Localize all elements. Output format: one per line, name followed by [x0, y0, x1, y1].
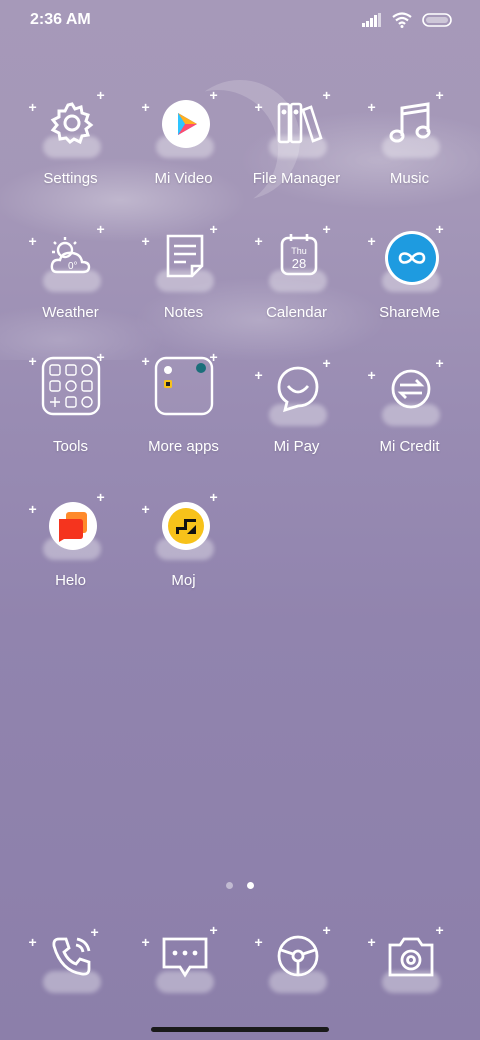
app-file-manager[interactable]: + + File Manager [240, 88, 353, 187]
app-label: Tools [52, 438, 89, 455]
calendar-day: Thu [291, 246, 307, 256]
music-note-icon [389, 102, 430, 143]
status-icons [362, 12, 452, 28]
page-dot-1[interactable] [225, 882, 233, 889]
signal-icon [362, 13, 381, 27]
app-label: Mi Video [154, 170, 213, 187]
dock-phone[interactable]: + + [14, 925, 127, 997]
app-label: Mi Pay [273, 438, 320, 455]
app-weather[interactable]: + + 0° Weather [14, 222, 127, 321]
camera-icon [388, 937, 433, 977]
status-time: 2:36 AM [30, 11, 91, 28]
app-label: ShareMe [379, 304, 440, 321]
app-label: Moj [171, 572, 196, 589]
app-calendar[interactable]: + + Thu 28 Calendar [240, 222, 353, 321]
notes-icon [166, 234, 203, 278]
messages-icon [162, 937, 207, 978]
app-label: File Manager [252, 170, 341, 187]
dock-messages[interactable]: + + [127, 923, 240, 997]
calendar-icon: Thu 28 [280, 234, 317, 276]
shareme-icon [387, 234, 436, 282]
app-label: Notes [163, 304, 204, 321]
battery-icon [422, 13, 452, 27]
helo-icon [48, 502, 97, 550]
app-helo[interactable]: + + Helo [14, 490, 127, 589]
status-bar: 2:36 AM [0, 0, 480, 42]
mi-credit-icon [391, 369, 430, 409]
app-notes[interactable]: + + Notes [127, 222, 240, 321]
app-label: Helo [55, 572, 86, 589]
app-label: Weather [42, 304, 99, 321]
app-more-apps-folder[interactable]: + + More apps [127, 350, 240, 455]
more-apps-folder-icon [154, 356, 213, 416]
app-label: Music [389, 170, 430, 187]
play-icon [161, 100, 210, 148]
app-music[interactable]: + + Music [353, 88, 466, 187]
app-moj[interactable]: + + Moj [127, 490, 240, 589]
dock-browser[interactable]: + + [240, 923, 353, 997]
mi-pay-icon [277, 366, 318, 413]
page-indicator [0, 876, 480, 894]
app-shareme[interactable]: + + ShareMe [353, 222, 466, 321]
browser-icon [277, 935, 318, 977]
app-settings[interactable]: + + Settings [14, 88, 127, 187]
app-label: Settings [43, 170, 98, 187]
gear-icon [50, 102, 93, 145]
calendar-date: 28 [291, 256, 305, 271]
page-dot-2-active[interactable] [247, 882, 255, 889]
home-indicator[interactable] [151, 1027, 329, 1032]
app-mi-video[interactable]: + + Mi Video [127, 88, 240, 187]
app-label: More apps [148, 438, 219, 455]
dock: + + + + + + + + [0, 923, 480, 997]
weather-temp: 0° [68, 261, 78, 272]
moj-icon [161, 502, 210, 550]
app-mi-credit[interactable]: + + Mi Credit [353, 356, 466, 455]
app-tools-folder[interactable]: + + Tools [14, 350, 127, 455]
weather-icon: 0° [50, 237, 90, 274]
tools-folder-icon [41, 356, 100, 416]
app-label: Mi Credit [379, 438, 440, 455]
folder-icon [277, 102, 323, 144]
app-label: Calendar [266, 304, 327, 321]
phone-icon [51, 937, 90, 976]
wifi-icon [392, 12, 412, 28]
app-mi-pay[interactable]: + + Mi Pay [240, 356, 353, 455]
dock-camera[interactable]: + + [353, 923, 466, 997]
